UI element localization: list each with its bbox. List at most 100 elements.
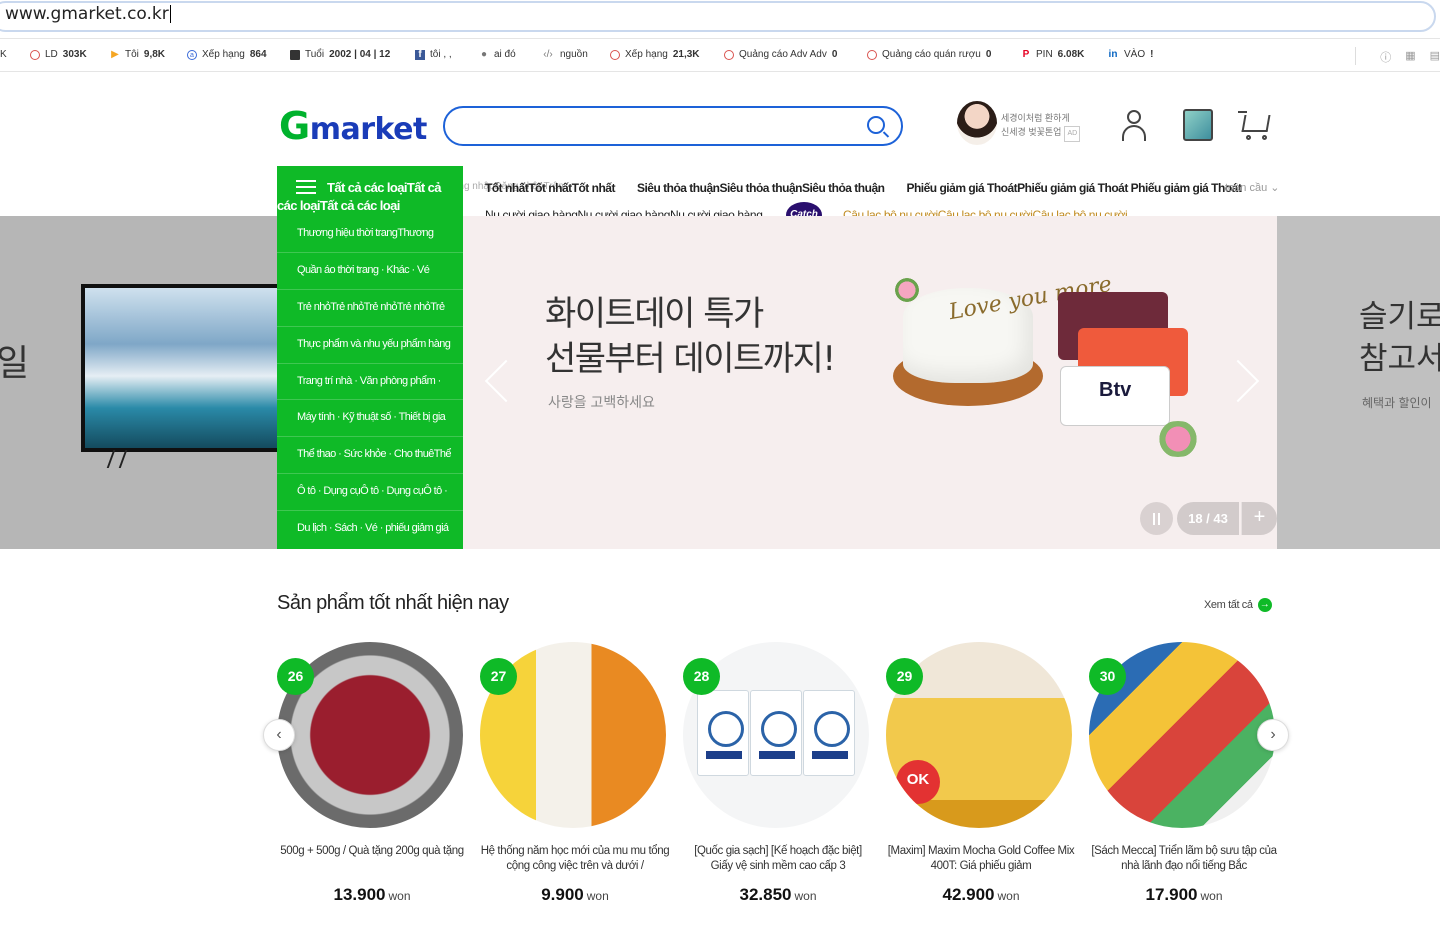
bookmark-item[interactable]: f tôi , ,: [415, 49, 452, 60]
see-all-link[interactable]: Xem tất cả →: [1204, 598, 1272, 612]
person-icon: ●: [480, 48, 488, 60]
product-price: 42.900 won: [886, 885, 1076, 905]
price-value: 9.900: [541, 885, 584, 904]
tv-image: [81, 284, 277, 452]
rank-badge: 28: [683, 658, 720, 695]
url-field-frame[interactable]: [0, 1, 1436, 32]
product-card[interactable]: 27 Hệ thống năm học mới của mu mu tổng c…: [480, 642, 670, 905]
banner-prev-slide[interactable]: 일: [0, 216, 277, 549]
category-item[interactable]: Trang trí nhà · Văn phòng phẩm ·: [277, 364, 463, 401]
banner-next-slide[interactable]: 슬기로 참고서 혜택과 할인이: [1277, 216, 1440, 549]
bookmark-divider: [1355, 47, 1356, 65]
bookmark-label: PIN: [1036, 49, 1053, 60]
info-icon[interactable]: ⓘ: [1380, 49, 1391, 65]
main-banner[interactable]: 화이트데이 특가 선물부터 데이트까지! 사랑을 고백하세요 Love you m…: [463, 216, 1277, 549]
bookmark-item[interactable]: in VÀO!: [1107, 49, 1154, 60]
banner-headline: 화이트데이 특가 선물부터 데이트까지!: [545, 292, 836, 382]
product-price: 13.900 won: [277, 885, 467, 905]
category-item[interactable]: Quần áo thời trang · Khác · Vé: [277, 253, 463, 290]
bookmark-item[interactable]: P PIN 6.08K: [1021, 48, 1085, 60]
bookmark-item[interactable]: LD 303K: [30, 49, 87, 60]
text-caret: [169, 5, 171, 23]
product-name[interactable]: [Maxim] Maxim Mocha Gold Coffee Mix 400T…: [886, 844, 1076, 874]
extension-icon[interactable]: ▦: [1405, 49, 1415, 65]
price-value: 42.900: [942, 885, 995, 904]
category-item[interactable]: Thương hiệu thời trangThương: [277, 216, 463, 253]
ad-line: 신세경 벚꽃톤업: [1001, 127, 1062, 137]
user-icon[interactable]: [1120, 110, 1148, 142]
see-all-label: Xem tất cả: [1204, 599, 1253, 611]
bookmark-item[interactable]: Quảng cáo quán rượu 0: [867, 49, 991, 60]
nav-coupon[interactable]: Phiếu giảm giá ThoátPhiếu giảm giá Thoát…: [906, 181, 1241, 195]
browser-address-bar[interactable]: www.gmarket.co.kr: [0, 0, 1440, 36]
bookmark-partial[interactable]: K: [0, 49, 7, 60]
category-item[interactable]: Thực phẩm và nhu yếu phẩm hàng: [277, 327, 463, 364]
product-card[interactable]: 26 500g + 500g / Quà tặng 200g quà tặng …: [277, 642, 467, 905]
pinterest-icon: P: [1022, 48, 1030, 60]
bookmark-item[interactable]: ● ai đó: [479, 49, 516, 60]
price-value: 32.850: [739, 885, 792, 904]
header-ad[interactable]: 세경이처럼 환하게 신세경 벚꽃톤업 AD: [1001, 111, 1081, 142]
bookmark-item[interactable]: a Xếp hạng 864: [187, 49, 267, 60]
product-name[interactable]: [Quốc gia sạch] [Kế hoạch đặc biệt] Giấy…: [683, 844, 873, 874]
bookmark-item[interactable]: Xếp hạng 21,3K: [610, 49, 700, 60]
cart-icon[interactable]: [1238, 109, 1272, 141]
bookmark-item[interactable]: ▶ Tôi 9,8K: [110, 49, 165, 60]
product-name[interactable]: Hệ thống năm học mới của mu mu tổng cộng…: [480, 844, 670, 874]
search-input[interactable]: [463, 108, 863, 144]
flower-image: [1153, 421, 1203, 457]
tv-stand: [106, 450, 128, 468]
nav-global[interactable]: toàn cầu ⌄: [1225, 181, 1279, 194]
banner-next-arrow[interactable]: [1216, 359, 1260, 403]
nav-best[interactable]: Tốt nhấtTốt nhấtTốt nhất: [485, 181, 615, 195]
product-name[interactable]: [Sách Mecca] Triển lãm bộ sưu tập của nh…: [1089, 844, 1279, 874]
carousel-next-button[interactable]: ›: [1257, 719, 1289, 751]
bookmark-label: tôi , ,: [430, 49, 452, 60]
category-item[interactable]: Trẻ nhỏTrẻ nhỏTrẻ nhỏTrẻ nhỏTrẻ: [277, 290, 463, 327]
ad-line: 세경이처럼 환하게: [1001, 113, 1070, 123]
category-item[interactable]: Ô tô · Dụng cụÔ tô · Dụng cụÔ tô ·: [277, 474, 463, 512]
banner-pager: 18 / 43 +: [1140, 502, 1277, 535]
pause-icon[interactable]: [1140, 502, 1173, 535]
category-item[interactable]: Du lịch · Sách · Vé · phiếu giảm giá: [277, 511, 463, 548]
gift-card-image: Btv: [1060, 366, 1170, 426]
product-card[interactable]: 29 OK [Maxim] Maxim Mocha Gold Coffee Mi…: [886, 642, 1076, 905]
product-card[interactable]: 28 [Quốc gia sạch] [Kế hoạch đặc biệt] G…: [683, 642, 873, 905]
price-value: 13.900: [333, 885, 386, 904]
bookmark-label: Xếp hạng: [202, 49, 245, 60]
ad-model-image[interactable]: [957, 101, 997, 145]
tissue-pack-image: [750, 690, 802, 776]
category-title-2: các loạiTất cả các loại: [277, 198, 400, 213]
rank-badge: 29: [886, 658, 923, 695]
slide-counter: 18 / 43: [1177, 502, 1239, 535]
product-card[interactable]: 30 [Sách Mecca] Triển lãm bộ sưu tập của…: [1089, 642, 1279, 905]
search-box[interactable]: [443, 106, 903, 146]
plus-icon[interactable]: +: [1241, 502, 1277, 535]
gmarket-logo[interactable]: Gmarket: [279, 104, 427, 148]
recent-viewed-icon[interactable]: [1183, 109, 1213, 141]
url-value: www.gmarket.co.kr: [5, 4, 169, 24]
bookmark-item[interactable]: Quảng cáo Adv Adv 0: [724, 49, 837, 60]
banner-headline-1: 화이트데이 특가: [545, 294, 764, 334]
bookmark-value: 864: [249, 49, 267, 60]
category-item[interactable]: Thể thao · Sức khỏe · Cho thuêThể: [277, 437, 463, 475]
bookmark-item[interactable]: ‹/› nguồn: [541, 49, 588, 60]
bookmark-item[interactable]: Tuổi 2002 | 04 | 12: [290, 49, 390, 60]
product-price: 9.900 won: [480, 885, 670, 905]
circle-icon: [30, 49, 40, 60]
product-name[interactable]: 500g + 500g / Quà tặng 200g quà tặng: [277, 844, 467, 874]
price-unit: won: [388, 889, 411, 903]
bookmark-value: 0: [985, 49, 992, 60]
url-text[interactable]: www.gmarket.co.kr: [5, 4, 171, 24]
search-icon[interactable]: [867, 116, 885, 134]
nav-super-deal[interactable]: Siêu thỏa thuậnSiêu thỏa thuậnSiêu thỏa …: [637, 181, 885, 195]
banner-next-sub: 혜택과 할인이: [1362, 396, 1432, 410]
banner-prev-arrow[interactable]: [484, 359, 528, 403]
logo-g: G: [279, 104, 310, 148]
all-categories-button[interactable]: Tất cả các loạiTất cả các loạiTất cả các…: [277, 166, 463, 216]
arrow-right-icon: →: [1257, 598, 1272, 612]
category-item[interactable]: Máy tính · Kỹ thuật số · Thiết bị gia: [277, 400, 463, 438]
carousel-prev-button[interactable]: ‹: [263, 719, 295, 751]
extension-icon[interactable]: ▤: [1430, 49, 1440, 65]
rank-badge: 27: [480, 658, 517, 695]
